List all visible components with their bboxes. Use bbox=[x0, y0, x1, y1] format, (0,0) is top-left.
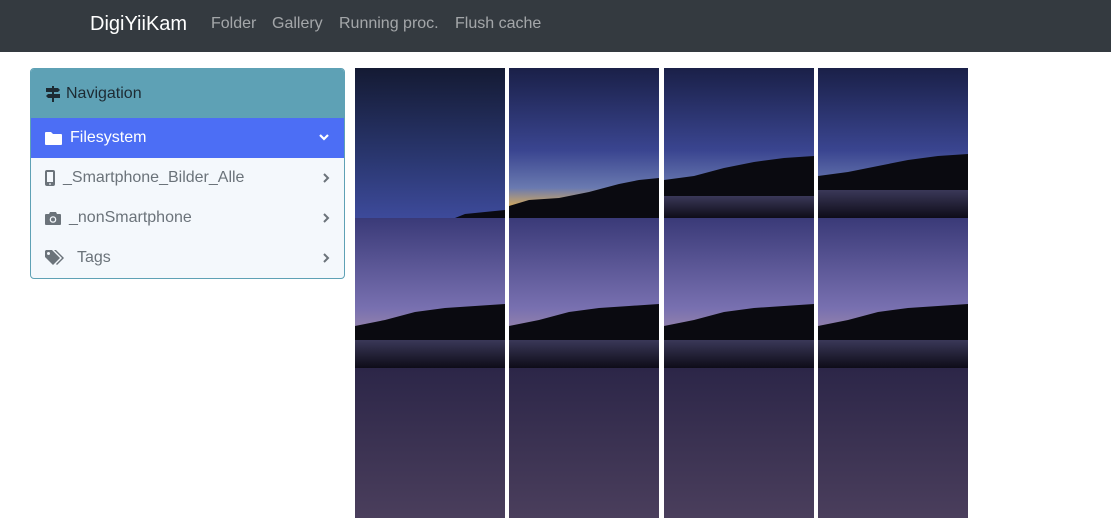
thumbnail-image[interactable] bbox=[664, 368, 814, 518]
thumbnail-image[interactable] bbox=[818, 68, 968, 218]
thumbnail-image[interactable] bbox=[355, 368, 505, 518]
sidebar-header-label: Navigation bbox=[66, 84, 142, 102]
chevron-right-icon[interactable] bbox=[322, 172, 330, 184]
thumbnail-image[interactable] bbox=[509, 68, 659, 218]
chevron-right-icon[interactable] bbox=[322, 252, 330, 264]
top-navbar: DigiYiiKam Folder Gallery Running proc. … bbox=[0, 0, 1111, 52]
sidebar-item-smartphone-bilder-alle[interactable]: _Smartphone_Bilder_Alle bbox=[31, 158, 344, 198]
chevron-down-icon[interactable] bbox=[318, 134, 330, 142]
thumbnail-image[interactable] bbox=[355, 218, 505, 368]
thumbnail-image[interactable] bbox=[818, 368, 968, 518]
sidebar-item-nonsmartphone[interactable]: _nonSmartphone bbox=[31, 198, 344, 238]
thumbnail-image[interactable] bbox=[664, 68, 814, 218]
nav-flush-cache-link[interactable]: Flush cache bbox=[455, 14, 541, 34]
thumbnail-image[interactable] bbox=[818, 218, 968, 368]
sidebar-item-label: Filesystem bbox=[70, 129, 147, 146]
chevron-right-icon[interactable] bbox=[322, 212, 330, 224]
thumbnail-image[interactable] bbox=[355, 68, 505, 218]
camera-icon bbox=[45, 211, 61, 225]
sidebar-item-label: Tags bbox=[77, 249, 111, 266]
thumbnail-image[interactable] bbox=[664, 218, 814, 368]
signpost-icon bbox=[46, 85, 60, 102]
nav-folder-link[interactable]: Folder bbox=[211, 14, 256, 34]
sidebar-navigation-panel: Navigation Filesystem _Smartphone_Bilder… bbox=[30, 68, 345, 279]
brand-link[interactable]: DigiYiiKam bbox=[90, 12, 187, 36]
thumbnail-image[interactable] bbox=[509, 218, 659, 368]
sidebar-header: Navigation bbox=[31, 69, 344, 118]
nav-running-proc-link[interactable]: Running proc. bbox=[339, 14, 439, 34]
smartphone-icon bbox=[45, 170, 55, 186]
sidebar-item-tags[interactable]: Tags bbox=[31, 238, 344, 278]
sidebar-item-label: _nonSmartphone bbox=[69, 209, 192, 226]
folder-icon bbox=[45, 131, 62, 145]
thumbnail-image[interactable] bbox=[509, 368, 659, 518]
sidebar-item-label: _Smartphone_Bilder_Alle bbox=[63, 169, 245, 186]
sidebar-item-filesystem[interactable]: Filesystem bbox=[31, 118, 344, 158]
nav-gallery-link[interactable]: Gallery bbox=[272, 14, 323, 34]
tags-icon bbox=[45, 250, 67, 266]
